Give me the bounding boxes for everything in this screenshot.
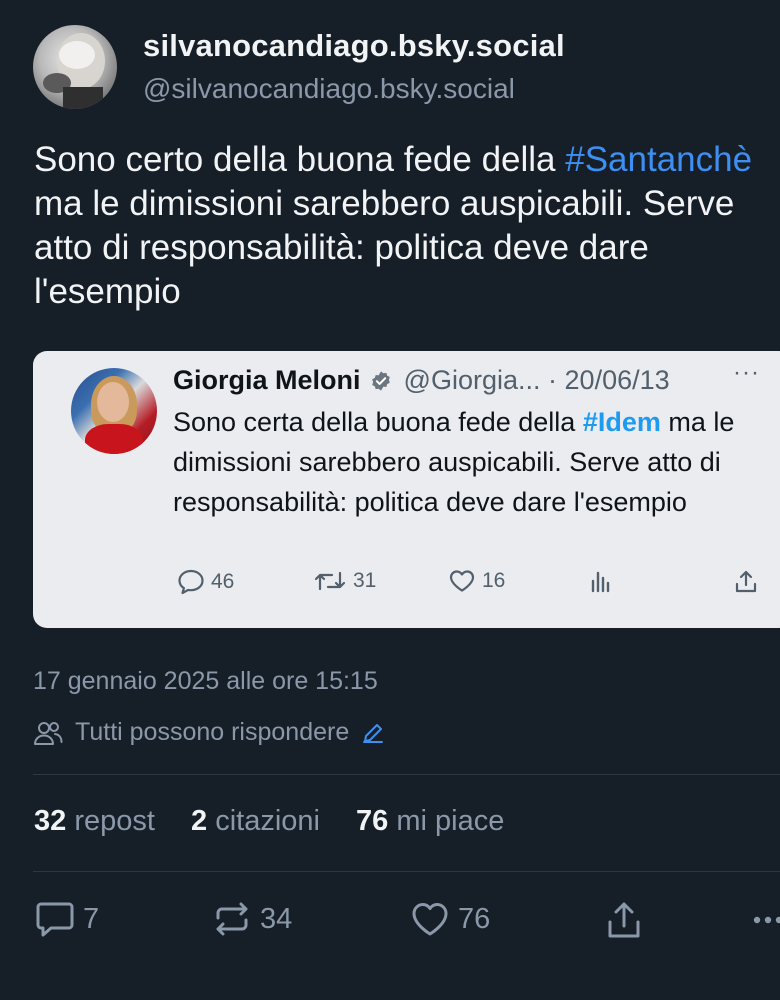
repost-icon bbox=[216, 902, 248, 936]
author-avatar[interactable] bbox=[33, 25, 117, 109]
embed-like-count-text: 16 bbox=[482, 569, 506, 592]
post-text: Sono certo della buona fede della #Santa… bbox=[34, 138, 774, 314]
embed-hashtag: #Idem bbox=[582, 407, 661, 437]
embed-retweet-count: 31 bbox=[313, 569, 376, 593]
divider-top bbox=[33, 774, 780, 775]
repost-count: 34 bbox=[260, 902, 293, 935]
embed-like-icon bbox=[449, 570, 475, 592]
reply-setting[interactable]: Tutti possono rispondere bbox=[33, 718, 385, 747]
embed-like-count: 16 bbox=[448, 569, 505, 593]
post-stats: 32 repost 2 citazioni 76 mi piace bbox=[34, 805, 532, 838]
likes-label: mi piace bbox=[396, 805, 505, 837]
reposts-count: 32 bbox=[34, 805, 67, 837]
reply-icon bbox=[36, 902, 74, 937]
like-count: 76 bbox=[458, 902, 491, 935]
post-hashtag-link[interactable]: #Santanchè bbox=[565, 140, 752, 179]
author-handle[interactable]: @silvanocandiago.bsky.social bbox=[143, 73, 515, 105]
likes-stat[interactable]: 76 mi piace bbox=[356, 805, 504, 837]
quotes-count: 2 bbox=[191, 805, 208, 837]
reply-setting-label: Tutti possono rispondere bbox=[75, 718, 350, 746]
more-dots-icon bbox=[753, 916, 780, 924]
post-timestamp: 17 gennaio 2025 alle ore 15:15 bbox=[33, 667, 378, 695]
reposts-label: repost bbox=[74, 805, 155, 837]
share-button[interactable] bbox=[605, 900, 643, 940]
post-text-end: ma le dimissioni sarebbero auspicabili. … bbox=[34, 184, 735, 311]
embed-author-avatar bbox=[71, 368, 157, 454]
people-icon bbox=[34, 721, 63, 745]
embed-retweet-count-text: 31 bbox=[353, 569, 377, 592]
quotes-stat[interactable]: 2 citazioni bbox=[191, 805, 320, 837]
reposts-stat[interactable]: 32 repost bbox=[34, 805, 155, 837]
embed-analytics-icon bbox=[591, 571, 610, 593]
embed-share bbox=[733, 569, 759, 595]
author-display-name[interactable]: silvanocandiago.bsky.social bbox=[143, 28, 565, 64]
verified-badge-icon bbox=[372, 371, 390, 391]
embed-header: Giorgia Meloni @Giorgia... · 20/06/13 bbox=[173, 363, 670, 397]
embed-share-icon bbox=[735, 570, 757, 593]
post-text-start: Sono certo della buona fede della bbox=[34, 140, 566, 179]
embed-reply-icon bbox=[178, 569, 204, 595]
reply-button[interactable]: 7 bbox=[35, 900, 99, 938]
likes-count: 76 bbox=[356, 805, 389, 837]
more-options-button[interactable] bbox=[752, 900, 780, 940]
embed-reply-count-text: 46 bbox=[211, 570, 235, 593]
reply-count: 7 bbox=[83, 902, 100, 935]
embed-retweet-icon bbox=[314, 571, 346, 591]
divider-bottom bbox=[33, 871, 780, 872]
repost-button[interactable]: 34 bbox=[212, 900, 292, 938]
embed-author-handle: @Giorgia... bbox=[403, 365, 541, 395]
embed-separator: · bbox=[548, 365, 558, 395]
author-photo-icon bbox=[43, 33, 105, 109]
heart-icon bbox=[412, 903, 448, 936]
quotes-label: citazioni bbox=[215, 805, 320, 837]
like-button[interactable]: 76 bbox=[410, 900, 490, 938]
embedded-image[interactable]: Giorgia Meloni @Giorgia... · 20/06/13 ··… bbox=[33, 351, 780, 628]
embed-more-icon: ··· bbox=[733, 359, 760, 386]
share-icon bbox=[608, 902, 640, 938]
embed-date: 20/06/13 bbox=[564, 365, 670, 395]
embed-author-name: Giorgia Meloni bbox=[173, 365, 361, 395]
embed-reply-count: 46 bbox=[177, 569, 234, 595]
embed-text: Sono certa della buona fede della #Idem … bbox=[173, 402, 773, 522]
embed-analytics bbox=[589, 569, 613, 593]
embed-text-start: Sono certa della buona fede della bbox=[173, 407, 583, 437]
edit-pencil-icon[interactable] bbox=[361, 721, 385, 745]
